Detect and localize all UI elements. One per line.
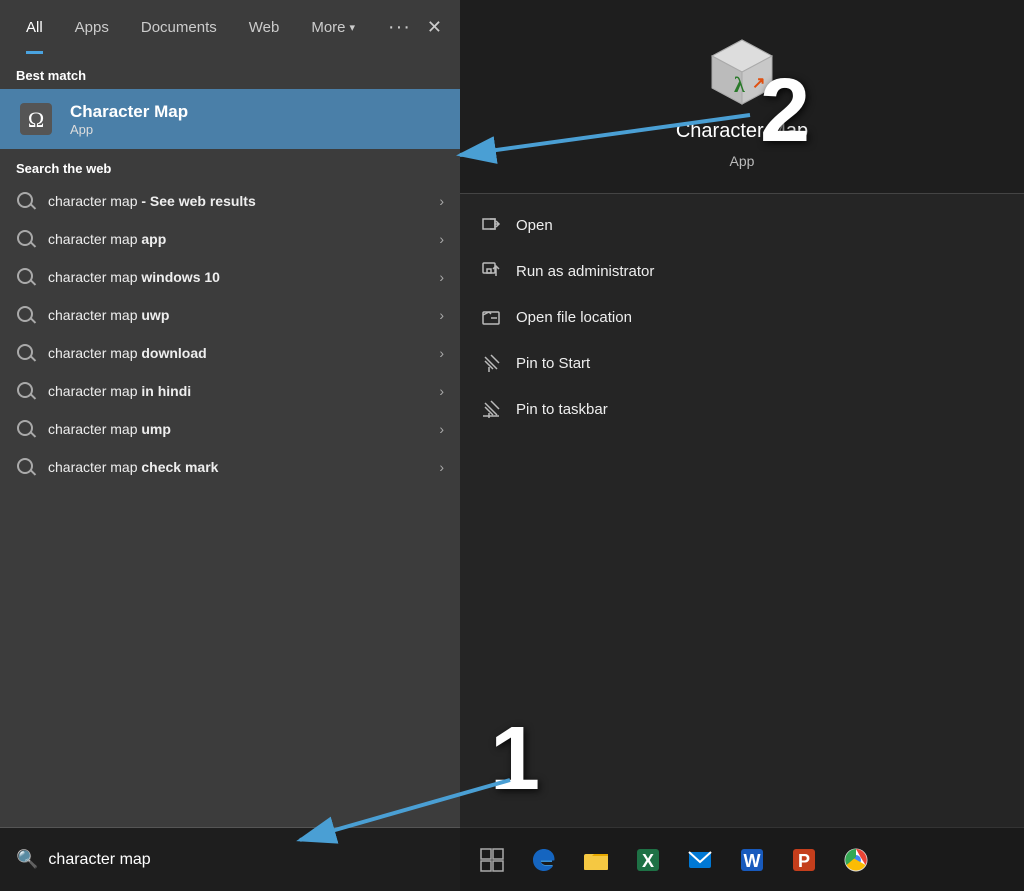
search-item-text-3: character map uwp	[48, 307, 427, 323]
chevron-down-icon: ▾	[350, 21, 356, 34]
tab-more[interactable]: More ▾	[295, 0, 371, 54]
edge-button[interactable]	[520, 836, 568, 884]
svg-text:Ω: Ω	[28, 107, 44, 132]
app-detail-section: λ ↗ Character Map App	[460, 0, 1024, 194]
taskbar: X W P	[460, 827, 1024, 891]
action-pin-taskbar[interactable]: Pin to taskbar	[460, 386, 1024, 432]
chevron-right-icon-7: ›	[439, 459, 444, 475]
run-admin-icon	[480, 260, 502, 282]
tab-all[interactable]: All	[10, 0, 59, 54]
tab-apps[interactable]: Apps	[59, 0, 125, 54]
search-item-7[interactable]: character map check mark ›	[0, 448, 460, 486]
search-icon-7	[16, 457, 36, 477]
search-panel: All Apps Documents Web More ▾ ··· ✕ Best…	[0, 0, 460, 891]
action-pin-start[interactable]: Pin to Start	[460, 340, 1024, 386]
chevron-right-icon-4: ›	[439, 345, 444, 361]
task-view-button[interactable]	[468, 836, 516, 884]
search-item-text-2: character map windows 10	[48, 269, 427, 285]
file-location-icon	[480, 306, 502, 328]
action-pin-taskbar-label: Pin to taskbar	[516, 401, 608, 418]
chevron-right-icon-1: ›	[439, 231, 444, 247]
search-item-text-4: character map download	[48, 345, 427, 361]
more-options-button[interactable]: ···	[380, 8, 419, 47]
web-section-label: Search the web	[0, 149, 460, 182]
search-item-2[interactable]: character map windows 10 ›	[0, 258, 460, 296]
action-pin-start-label: Pin to Start	[516, 355, 590, 372]
open-icon	[480, 214, 502, 236]
svg-text:P: P	[798, 851, 810, 871]
action-open-file-location[interactable]: Open file location	[460, 294, 1024, 340]
tab-documents[interactable]: Documents	[125, 0, 233, 54]
search-item-0[interactable]: character map - See web results ›	[0, 182, 460, 220]
search-input[interactable]	[48, 851, 444, 869]
search-icon-1	[16, 229, 36, 249]
search-item-6[interactable]: character map ump ›	[0, 410, 460, 448]
tabs-bar: All Apps Documents Web More ▾ ··· ✕	[0, 0, 460, 54]
chevron-right-icon-5: ›	[439, 383, 444, 399]
action-open[interactable]: Open	[460, 202, 1024, 248]
excel-button[interactable]: X	[624, 836, 672, 884]
word-button[interactable]: W	[728, 836, 776, 884]
powerpoint-button[interactable]: P	[780, 836, 828, 884]
results-area: Best match Ω Character Map App Search th…	[0, 54, 460, 827]
tab-web[interactable]: Web	[233, 0, 296, 54]
search-item-4[interactable]: character map download ›	[0, 334, 460, 372]
best-match-name: Character Map	[70, 102, 188, 122]
search-item-text-1: character map app	[48, 231, 427, 247]
search-box: 🔍	[0, 827, 460, 891]
chrome-button[interactable]	[832, 836, 880, 884]
close-button[interactable]: ✕	[419, 9, 450, 46]
svg-text:X: X	[642, 851, 654, 871]
search-icon-6	[16, 419, 36, 439]
search-icon-4	[16, 343, 36, 363]
search-item-text-7: character map check mark	[48, 459, 427, 475]
svg-text:λ: λ	[734, 72, 745, 97]
best-match-item[interactable]: Ω Character Map App	[0, 89, 460, 149]
search-item-text-0: character map - See web results	[48, 193, 427, 209]
app-detail-icon: λ ↗	[702, 30, 782, 110]
mail-button[interactable]	[676, 836, 724, 884]
app-actions: Open Run as administrator	[460, 194, 1024, 440]
search-item-5[interactable]: character map in hindi ›	[0, 372, 460, 410]
app-detail-type: App	[730, 153, 755, 169]
search-item-text-6: character map ump	[48, 421, 427, 437]
action-open-label: Open	[516, 217, 553, 234]
chevron-right-icon-6: ›	[439, 421, 444, 437]
svg-text:↗: ↗	[752, 75, 765, 92]
best-match-type: App	[70, 122, 188, 137]
search-item-1[interactable]: character map app ›	[0, 220, 460, 258]
search-box-icon: 🔍	[16, 849, 38, 870]
chevron-right-icon-0: ›	[439, 193, 444, 209]
action-run-admin[interactable]: Run as administrator	[460, 248, 1024, 294]
right-panel: λ ↗ Character Map App Open	[460, 0, 1024, 827]
search-icon-3	[16, 305, 36, 325]
pin-start-icon	[480, 352, 502, 374]
file-explorer-button[interactable]	[572, 836, 620, 884]
svg-text:W: W	[744, 851, 761, 871]
search-item-text-5: character map in hindi	[48, 383, 427, 399]
best-match-label: Best match	[0, 54, 460, 89]
search-icon-5	[16, 381, 36, 401]
action-run-admin-label: Run as administrator	[516, 263, 654, 280]
pin-taskbar-icon	[480, 398, 502, 420]
chevron-right-icon-2: ›	[439, 269, 444, 285]
search-item-3[interactable]: character map uwp ›	[0, 296, 460, 334]
chevron-right-icon-3: ›	[439, 307, 444, 323]
search-icon-0	[16, 191, 36, 211]
app-icon: Ω	[16, 99, 56, 139]
search-icon-2	[16, 267, 36, 287]
action-file-location-label: Open file location	[516, 309, 632, 326]
app-detail-name: Character Map	[676, 120, 808, 143]
